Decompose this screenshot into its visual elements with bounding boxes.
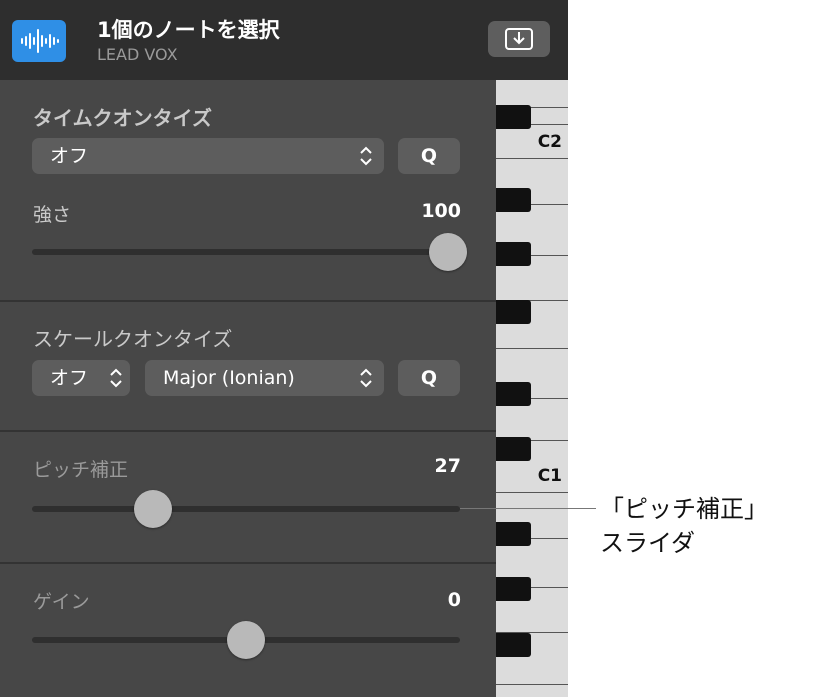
scale-quantize-q-button[interactable]: Q [398, 360, 460, 396]
black-key[interactable] [496, 105, 531, 129]
time-quantize-q-button[interactable]: Q [398, 138, 460, 174]
strength-value: 100 [421, 200, 461, 222]
selection-title: 1個のノートを選択 [97, 18, 280, 42]
time-quantize-title: タイムクオンタイズ [33, 106, 212, 130]
black-key[interactable] [496, 300, 531, 324]
black-key[interactable] [496, 522, 531, 546]
waveform-icon [12, 20, 66, 62]
section-divider [0, 430, 496, 432]
scale-type-select[interactable]: Major (Ionian) [145, 360, 384, 396]
scale-quantize-title: スケールクオンタイズ [33, 327, 233, 351]
callout-text: 「ピッチ補正」 スライダ [600, 492, 768, 560]
pitch-correction-slider-track[interactable] [32, 506, 460, 512]
chevron-updown-icon [360, 368, 372, 388]
piano-keyboard[interactable]: C2 C1 [496, 80, 568, 697]
callout-line [460, 508, 596, 509]
gain-label: ゲイン [33, 591, 90, 613]
white-key-edge [496, 492, 568, 493]
inspector-header: 1個のノートを選択 LEAD VOX [0, 0, 568, 80]
callout-line-2: スライダ [600, 529, 696, 557]
pitch-correction-slider-knob[interactable] [134, 490, 173, 528]
black-key[interactable] [496, 188, 531, 212]
black-key[interactable] [496, 437, 531, 461]
download-tray-button[interactable] [488, 21, 550, 57]
white-key-edge [496, 158, 568, 159]
black-key[interactable] [496, 577, 531, 601]
key-label-c1: C1 [537, 466, 562, 486]
strength-label: 強さ [33, 204, 72, 226]
section-divider [0, 300, 496, 302]
gain-slider-knob[interactable] [227, 621, 265, 659]
chevron-updown-icon [360, 146, 372, 166]
black-key[interactable] [496, 633, 531, 657]
download-tray-icon [505, 28, 533, 50]
strength-slider-knob[interactable] [429, 233, 467, 271]
scale-type-value: Major (Ionian) [163, 367, 295, 389]
section-divider [0, 562, 496, 564]
white-key-edge [496, 684, 568, 685]
black-key[interactable] [496, 242, 531, 266]
pitch-correction-label: ピッチ補正 [33, 459, 129, 481]
gain-value: 0 [447, 589, 461, 611]
scale-quantize-toggle-select[interactable]: オフ [32, 360, 130, 396]
callout-line-1: 「ピッチ補正」 [600, 495, 768, 523]
chevron-updown-icon [110, 368, 122, 388]
key-label-c2: C2 [537, 132, 562, 152]
time-quantize-select[interactable]: オフ [32, 138, 384, 174]
time-quantize-value: オフ [50, 145, 89, 167]
pitch-correction-value: 27 [434, 455, 461, 477]
region-inspector-panel: 1個のノートを選択 LEAD VOX タイムクオンタイズ オフ Q 強さ 100… [0, 0, 568, 697]
white-key-edge [496, 348, 568, 349]
scale-quantize-toggle-value: オフ [50, 367, 89, 389]
strength-slider-track[interactable] [32, 249, 460, 255]
black-key[interactable] [496, 382, 531, 406]
track-name: LEAD VOX [97, 45, 178, 64]
inspector-content: タイムクオンタイズ オフ Q 強さ 100 スケールクオンタイズ オフ Majo… [0, 80, 496, 697]
